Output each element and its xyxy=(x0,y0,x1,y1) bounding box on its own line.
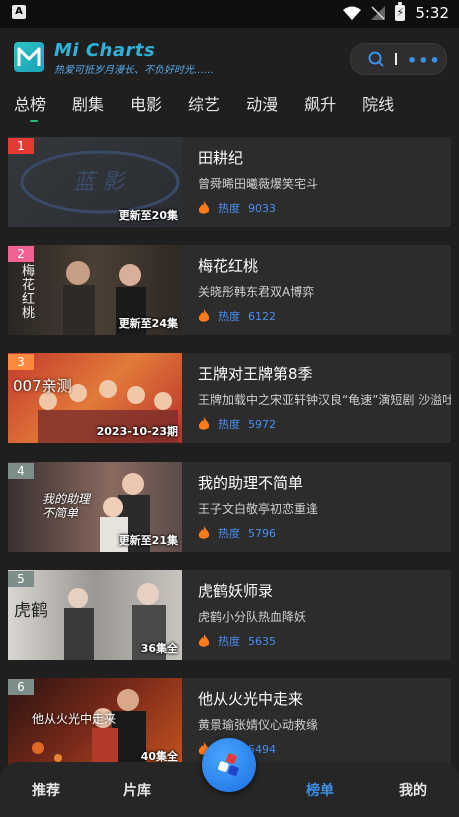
poster-title: 梅花红桃 xyxy=(22,264,36,321)
show-description: 关晓彤韩东君双A博弈 xyxy=(198,285,315,299)
heat-label: 热度 xyxy=(218,202,240,215)
heat-value: 5972 xyxy=(248,417,276,431)
battery-icon: ⚡ xyxy=(395,2,406,21)
category-tabs: 总榜 剧集 电影 综艺 动漫 飙升 院线 xyxy=(0,92,459,126)
fire-icon xyxy=(198,309,210,322)
poster-thumbnail: 2 梅花红桃 更新至24集 xyxy=(8,245,182,335)
show-description: 虎鹤小分队热血降妖 xyxy=(198,610,307,624)
fire-icon xyxy=(198,634,210,647)
app-slogan: 热爱可抵岁月漫长、不负好时光…… xyxy=(54,65,214,76)
status-icons: ⚡ 5:32 xyxy=(343,2,449,22)
heat-info: 热度 5635 xyxy=(198,633,276,649)
update-status: 更新至20集 xyxy=(118,209,178,222)
app-cubes-icon xyxy=(218,753,239,776)
show-description: 黄景瑜张婧仪心动救缘 xyxy=(198,718,319,732)
header-actions: ••• xyxy=(350,43,447,75)
heat-info: 热度 5972 xyxy=(198,416,276,432)
nav-library[interactable]: 片库 xyxy=(123,780,151,800)
show-title: 田耕纪 xyxy=(198,149,244,167)
search-icon[interactable] xyxy=(367,50,385,68)
show-title: 他从火光中走来 xyxy=(198,690,304,708)
heat-value: 9033 xyxy=(248,201,276,215)
status-bar: A ⚡ 5:32 xyxy=(0,0,459,28)
notification-icon: A xyxy=(12,5,26,19)
list-item[interactable]: 2 梅花红桃 更新至24集 梅花红桃 关晓彤韩东君双A博弈 热度 6122 xyxy=(8,245,451,335)
heat-value: 5796 xyxy=(248,526,276,540)
show-description: 王牌加载中之宋亚轩钟汉良“龟速”演短剧 沙溢吐槽 xyxy=(198,393,451,407)
signal-off-icon xyxy=(371,6,386,20)
update-status: 2023-10-23期 xyxy=(96,425,178,438)
nav-profile[interactable]: 我的 xyxy=(399,780,427,800)
tab-series[interactable]: 剧集 xyxy=(59,92,117,126)
show-title: 王牌对王牌第8季 xyxy=(198,365,313,383)
show-title: 我的助理不简单 xyxy=(198,474,304,492)
rank-badge: 5 xyxy=(8,571,34,587)
heat-label: 热度 xyxy=(218,635,240,648)
svg-text:蓝 影: 蓝 影 xyxy=(73,170,127,195)
fire-icon xyxy=(198,201,210,214)
poster-thumbnail: 4 我的助理不简单 更新至21集 xyxy=(8,462,182,552)
heat-label: 热度 xyxy=(218,418,240,431)
poster-overlay-text: 007亲测 xyxy=(13,377,72,395)
show-title: 梅花红桃 xyxy=(198,257,259,275)
app-logo-icon xyxy=(14,42,44,72)
show-description: 王子文白敬亭初恋重逢 xyxy=(198,502,319,516)
fire-icon xyxy=(198,417,210,430)
heat-label: 热度 xyxy=(218,527,240,540)
tab-movies[interactable]: 电影 xyxy=(117,92,175,126)
nav-charts[interactable]: 榜单 xyxy=(306,780,334,800)
tab-anime[interactable]: 动漫 xyxy=(233,92,291,126)
rank-badge: 2 xyxy=(8,246,34,262)
show-title: 虎鹤妖师录 xyxy=(198,582,274,600)
center-action-button[interactable] xyxy=(202,738,256,792)
poster-thumbnail: 6 他从火光中走来 40集全 xyxy=(8,678,182,768)
rank-badge: 1 xyxy=(8,138,34,154)
list-item[interactable]: 蓝 影 1 更新至20集 田耕纪 曾舜晞田曦薇爆笑宅斗 热度 9033 xyxy=(8,137,451,227)
wifi-icon xyxy=(343,6,362,20)
heat-value: 6122 xyxy=(248,309,276,323)
poster-title: 虎鹤 xyxy=(14,601,48,621)
tab-rising[interactable]: 飙升 xyxy=(291,92,349,126)
poster-title: 他从火光中走来 xyxy=(32,712,117,726)
tab-cinema[interactable]: 院线 xyxy=(349,92,407,126)
nav-recommend[interactable]: 推荐 xyxy=(32,780,60,800)
poster-thumbnail: 3 007亲测 2023-10-23期 xyxy=(8,353,182,443)
heat-info: 热度 6122 xyxy=(198,308,276,324)
poster-thumbnail: 蓝 影 1 更新至20集 xyxy=(8,137,182,227)
active-tab-indicator xyxy=(30,120,38,122)
update-status: 更新至24集 xyxy=(118,317,178,330)
fire-icon xyxy=(198,526,210,539)
poster-thumbnail: 5 虎鹤 36集全 xyxy=(8,570,182,660)
update-status: 36集全 xyxy=(140,642,178,655)
rank-badge: 6 xyxy=(8,679,34,695)
show-description: 曾舜晞田曦薇爆笑宅斗 xyxy=(198,177,319,191)
heat-value: 5635 xyxy=(248,634,276,648)
heat-label: 热度 xyxy=(218,310,240,323)
poster-title: 我的助理不简单 xyxy=(42,492,91,520)
list-item[interactable]: 3 007亲测 2023-10-23期 王牌对王牌第8季 王牌加载中之宋亚轩钟汉… xyxy=(8,353,451,443)
heat-info: 热度 5796 xyxy=(198,525,276,541)
rank-badge: 3 xyxy=(8,354,34,370)
tab-variety[interactable]: 综艺 xyxy=(175,92,233,126)
list-item[interactable]: 5 虎鹤 36集全 虎鹤妖师录 虎鹤小分队热血降妖 热度 5635 xyxy=(8,570,451,660)
list-item[interactable]: 4 我的助理不简单 更新至21集 我的助理不简单 王子文白敬亭初恋重逢 热度 5… xyxy=(8,462,451,552)
heat-info: 热度 9033 xyxy=(198,200,276,216)
app-title: Mi Charts xyxy=(54,40,156,61)
rank-badge: 4 xyxy=(8,463,34,479)
clock: 5:32 xyxy=(415,4,449,22)
app-header: Mi Charts 热爱可抵岁月漫长、不负好时光…… ••• xyxy=(0,28,459,90)
more-icon[interactable]: ••• xyxy=(407,51,441,70)
update-status: 更新至21集 xyxy=(118,534,178,547)
divider xyxy=(395,53,397,65)
